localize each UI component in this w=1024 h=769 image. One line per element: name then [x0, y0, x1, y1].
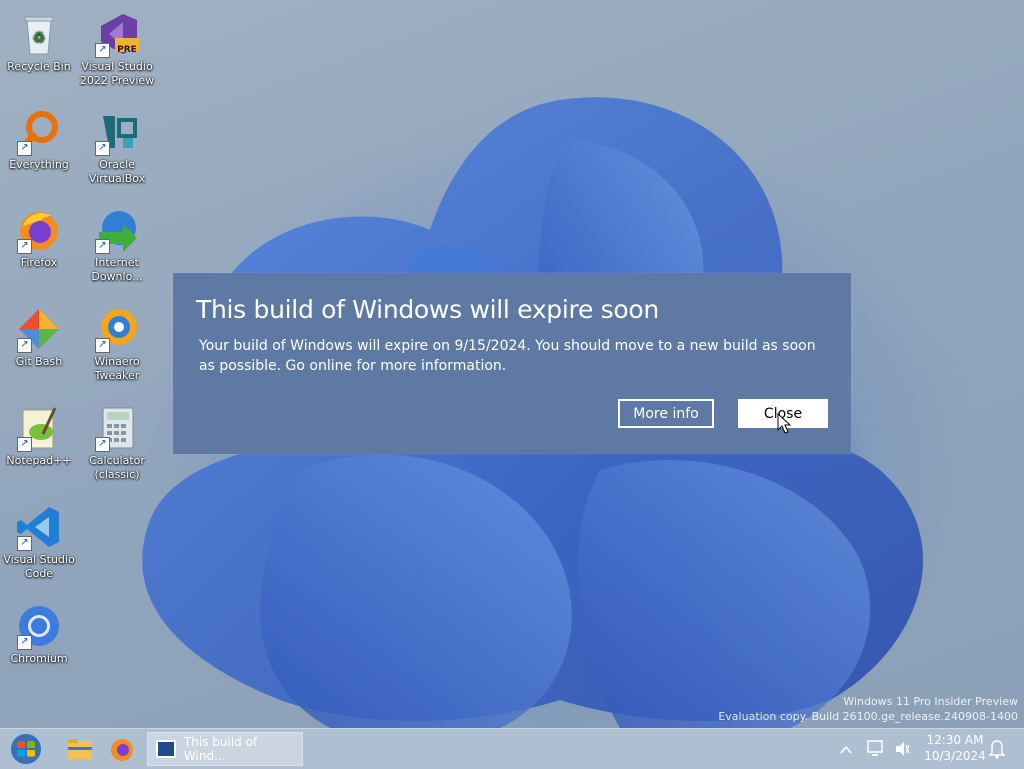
dialog-message: Your build of Windows will expire on 9/1… [199, 338, 816, 374]
window-app-icon [156, 740, 176, 758]
shortcut-arrow-icon: ↗ [17, 635, 32, 650]
shortcut-arrow-icon: ↗ [17, 338, 32, 353]
expiration-dialog: This build of Windows will expire soon Y… [173, 273, 851, 454]
vscode-icon: ↗ [15, 503, 63, 551]
virtualbox-icon: ↗ [93, 108, 141, 156]
shortcut-arrow-icon: ↗ [17, 141, 32, 156]
volume-icon[interactable] [893, 729, 911, 769]
desktop-icon-everything[interactable]: ↗ Everything [0, 108, 78, 172]
shortcut-arrow-icon: ↗ [95, 43, 110, 58]
git-bash-icon: ↗ [15, 305, 63, 353]
show-hidden-icons-chevron-icon[interactable] [838, 729, 854, 769]
notepad-plus-plus-icon: ↗ [15, 404, 63, 452]
shortcut-arrow-icon: ↗ [95, 338, 110, 353]
winaero-tweaker-icon: ↗ [93, 305, 141, 353]
desktop-icon-notepad-plus-plus[interactable]: ↗ Notepad++ [0, 404, 78, 468]
taskbar-window-button[interactable]: This build of Wind... [147, 732, 303, 766]
shortcut-arrow-icon: ↗ [17, 239, 32, 254]
desktop-icon-git-bash[interactable]: ↗ Git Bash [0, 305, 78, 369]
desktop-icon-vscode[interactable]: ↗ Visual Studio Code [0, 503, 78, 581]
desktop-icon-firefox[interactable]: ↗ Firefox [0, 206, 78, 270]
desktop-icon-chromium[interactable]: ↗ Chromium [0, 602, 78, 666]
dialog-title: This build of Windows will expire soon [196, 295, 659, 324]
shortcut-arrow-icon: ↗ [17, 536, 32, 551]
recycle-bin-icon: ♻ [15, 10, 63, 58]
network-icon[interactable] [866, 729, 886, 769]
file-explorer-icon[interactable] [66, 735, 94, 763]
chromium-icon: ↗ [15, 602, 63, 650]
firefox-taskbar-icon[interactable] [108, 735, 136, 763]
taskbar-clock[interactable]: 12:30 AM 10/3/2024 [918, 732, 992, 764]
taskbar: This build of Wind... 12:30 AM 10/3/2024 [0, 728, 1024, 769]
visual-studio-preview-icon: ↗ PRE [93, 10, 141, 58]
desktop-icon-visual-studio-preview[interactable]: ↗ PRE Visual Studio 2022 Preview [78, 10, 156, 88]
svg-text:♻: ♻ [33, 30, 46, 46]
everything-search-icon: ↗ [15, 108, 63, 156]
shortcut-arrow-icon: ↗ [95, 141, 110, 156]
desktop-icon-recycle-bin[interactable]: ♻ Recycle Bin [0, 10, 78, 74]
start-button-icon[interactable] [6, 731, 46, 767]
firefox-icon: ↗ [15, 206, 63, 254]
internet-download-manager-icon: ↗ [93, 206, 141, 254]
desktop-icon-virtualbox[interactable]: ↗ Oracle VirtualBox [78, 108, 156, 186]
shortcut-arrow-icon: ↗ [95, 437, 110, 452]
more-info-button[interactable]: More info [618, 399, 714, 428]
shortcut-arrow-icon: ↗ [95, 239, 110, 254]
calculator-icon: ↗ [93, 404, 141, 452]
desktop-icon-winaero-tweaker[interactable]: ↗ Winaero Tweaker [78, 305, 156, 383]
windows-watermark: Windows 11 Pro Insider Preview Evaluatio… [718, 695, 1018, 723]
desktop-icon-calculator[interactable]: ↗ Calculator (classic) [78, 404, 156, 482]
notification-bell-icon[interactable] [988, 729, 1006, 769]
desktop-icon-internet-download-manager[interactable]: ↗ Internet Downlo... [78, 206, 156, 284]
mouse-cursor-icon [777, 413, 791, 434]
shortcut-arrow-icon: ↗ [17, 437, 32, 452]
